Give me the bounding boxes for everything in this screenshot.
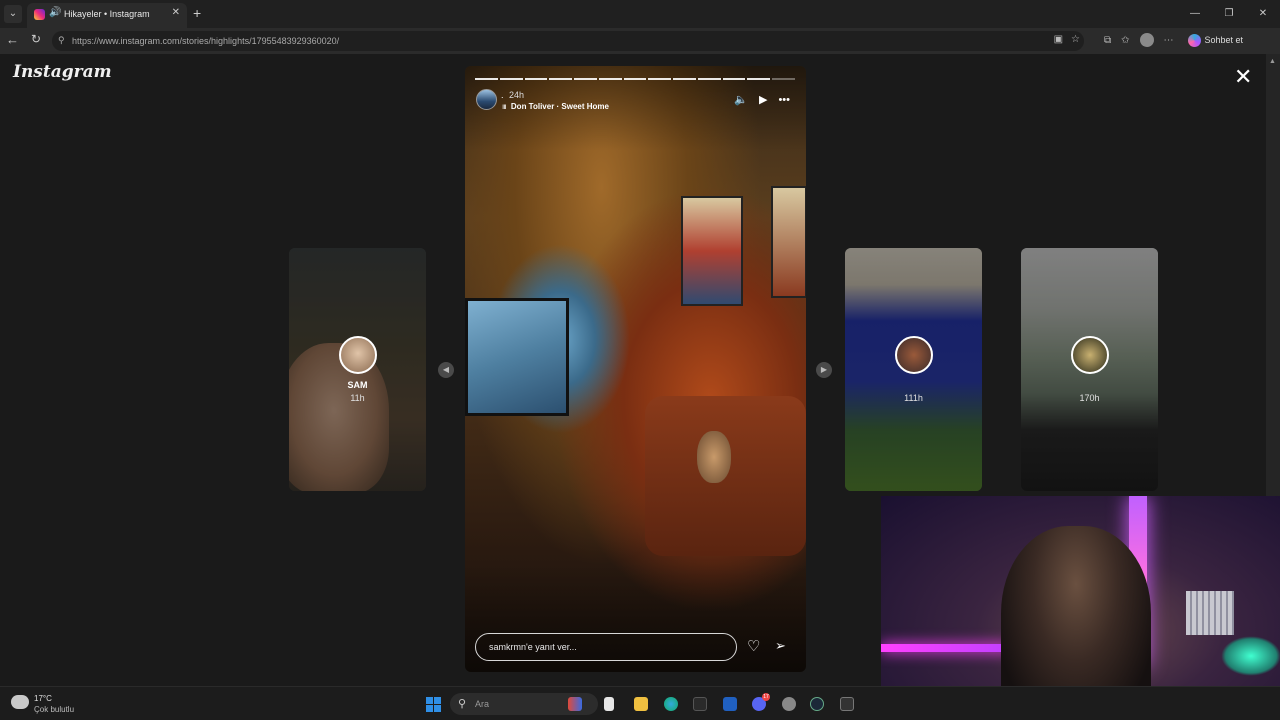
favorite-star-icon[interactable]: ☆ — [1071, 34, 1080, 45]
weather-temperature: 17°C — [34, 694, 52, 703]
side-story-time: 11h — [350, 393, 365, 403]
progress-segment — [673, 78, 696, 80]
copilot-button[interactable]: Sohbet et — [1187, 33, 1244, 47]
avatar — [1070, 336, 1109, 374]
close-viewer-icon[interactable]: ✕ — [1234, 66, 1252, 88]
code-editor-icon[interactable] — [723, 697, 737, 711]
side-story-next[interactable]: 170h — [1021, 248, 1158, 491]
windows-logo-icon — [426, 697, 433, 704]
file-explorer-icon[interactable] — [634, 697, 648, 711]
start-button[interactable] — [426, 697, 441, 712]
address-url[interactable]: https://www.instagram.com/stories/highli… — [72, 36, 339, 46]
side-story-name: SAM — [347, 380, 368, 390]
story-time: 24h — [509, 90, 525, 100]
window-close-button[interactable]: ✕ — [1246, 0, 1280, 28]
steam-icon[interactable] — [810, 697, 824, 711]
side-story-previous[interactable]: SAM 11h — [289, 248, 426, 491]
reload-button[interactable]: ↻ — [31, 32, 41, 46]
browser-toolbar: ← ↻ ⚲ https://www.instagram.com/stories/… — [0, 28, 1280, 54]
instagram-favicon-icon — [34, 9, 45, 20]
progress-segment — [549, 78, 573, 80]
task-view-icon[interactable] — [604, 697, 614, 711]
minimize-button[interactable]: — — [1178, 0, 1212, 28]
windows-taskbar: 17°C Çok bulutlu ⚲ Ara 17 — [0, 686, 1280, 720]
search-label: Ara — [475, 699, 490, 709]
music-title: Don Toliver · Sweet Home — [510, 102, 609, 111]
progress-segment — [772, 78, 795, 80]
progress-segment — [648, 78, 672, 80]
avatar — [894, 336, 933, 374]
tab-actions-menu-icon[interactable]: ⌄ — [4, 5, 22, 23]
search-icon: ⚲ — [458, 698, 467, 710]
site-info-icon[interactable]: ⚲ — [58, 35, 65, 46]
scroll-up-icon[interactable]: ▲ — [1269, 58, 1276, 65]
story-username[interactable]: . — [501, 90, 504, 100]
app-install-icon[interactable]: ▣ — [1054, 34, 1063, 45]
music-bars-icon: ııı — [502, 102, 507, 111]
webcam-radiator — [1186, 591, 1234, 635]
side-story-next[interactable]: 111h — [845, 248, 982, 491]
tab-title: Hikayeler • Instagram — [64, 9, 150, 19]
epic-games-icon[interactable] — [840, 697, 854, 711]
window-controls: — ❐ ✕ — [1178, 0, 1280, 28]
main-story[interactable]: . 24h ııı Don Toliver · Sweet Home 🔈 ▶ •… — [465, 66, 806, 672]
story-controls: 🔈 ▶ ••• — [734, 93, 790, 107]
new-tab-button[interactable]: + — [193, 5, 201, 21]
terminal-icon[interactable] — [693, 697, 707, 711]
avatar[interactable] — [476, 89, 497, 110]
notification-badge: 17 — [762, 693, 770, 701]
story-header: . 24h — [501, 90, 524, 100]
toolbar-right: ⧉ ✩ ⋯ Sohbet et — [1104, 33, 1243, 47]
profile-avatar[interactable] — [1139, 33, 1154, 47]
play-icon[interactable]: ▶ — [759, 93, 767, 106]
cloud-icon — [11, 695, 29, 709]
copilot-label: Sohbet et — [1204, 35, 1244, 45]
webcam-led-strip — [881, 644, 1011, 652]
progress-segment — [499, 78, 523, 80]
progress-segment — [697, 78, 721, 80]
webcam-keyboard-glow — [1221, 636, 1280, 676]
reply-row: ♡ ➢ — [475, 633, 796, 661]
progress-segment — [524, 78, 548, 80]
instagram-logo[interactable]: Instagram — [13, 62, 112, 82]
tab-close-icon[interactable]: ✕ — [172, 7, 180, 18]
side-story-time: 170h — [1079, 393, 1100, 403]
side-story-time: 111h — [904, 393, 923, 403]
progress-segment — [574, 78, 597, 80]
more-options-icon[interactable]: ••• — [778, 94, 790, 106]
address-bar-actions: ▣ ☆ — [1054, 34, 1080, 45]
reply-input[interactable] — [475, 633, 737, 661]
previous-story-arrow-icon[interactable]: ◀ — [438, 362, 454, 378]
next-story-arrow-icon[interactable]: ▶ — [816, 362, 832, 378]
story-progress-bar — [475, 78, 795, 80]
progress-segment — [623, 78, 647, 80]
progress-segment — [747, 78, 771, 80]
progress-segment — [598, 78, 622, 80]
extensions-icon[interactable]: ⧉ — [1104, 35, 1111, 46]
tab-audio-icon[interactable]: 🔊 — [49, 7, 61, 18]
avatar — [338, 336, 377, 374]
mute-icon[interactable]: 🔈 — [734, 93, 748, 106]
app-circle-icon[interactable] — [782, 697, 796, 711]
more-menu-icon[interactable]: ⋯ — [1164, 35, 1174, 46]
back-button[interactable]: ← — [6, 32, 19, 47]
browser-tab-bar: ⌄ 🔊 Hikayeler • Instagram ✕ + — ❐ ✕ — [0, 0, 1280, 28]
discord-icon[interactable]: 17 — [752, 693, 770, 711]
app-game-icon[interactable] — [568, 697, 582, 711]
browser-tab[interactable]: 🔊 Hikayeler • Instagram ✕ — [27, 3, 187, 28]
copilot-icon — [1187, 33, 1201, 47]
weather-description: Çok bulutlu — [34, 705, 75, 714]
heart-icon[interactable]: ♡ — [747, 637, 760, 655]
maximize-button[interactable]: ❐ — [1212, 0, 1246, 28]
favorites-icon[interactable]: ✩ — [1121, 35, 1129, 46]
address-bar[interactable]: ⚲ https://www.instagram.com/stories/high… — [52, 31, 1084, 51]
story-music[interactable]: ııı Don Toliver · Sweet Home — [502, 102, 609, 111]
progress-segment — [722, 78, 746, 80]
progress-segment — [475, 78, 498, 80]
edge-icon[interactable] — [664, 697, 678, 711]
share-icon[interactable]: ➢ — [775, 638, 786, 654]
